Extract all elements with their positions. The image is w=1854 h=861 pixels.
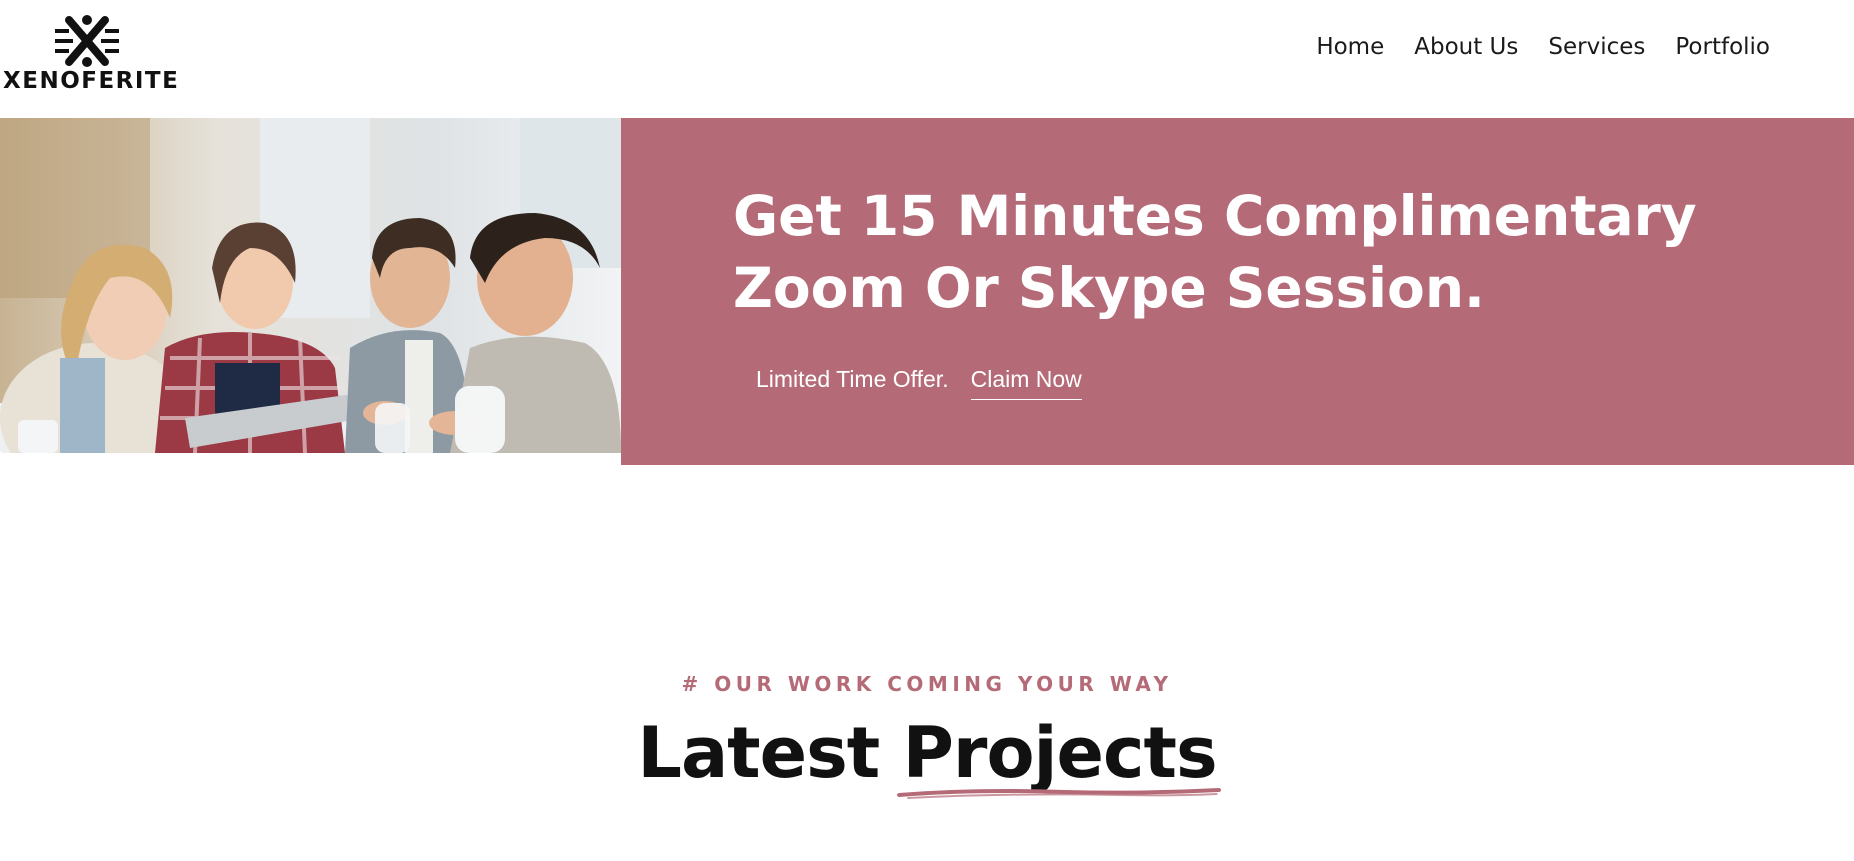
xenoferite-logo-icon xyxy=(55,15,119,67)
site-header: XENOFERITE Home About Us Services Portfo… xyxy=(0,0,1854,118)
section-title-accent-text: Projects xyxy=(902,712,1218,794)
section-title: Latest Projects xyxy=(0,712,1854,799)
nav-item-about-us[interactable]: About Us xyxy=(1414,34,1518,60)
section-title-plain: Latest xyxy=(637,712,880,794)
hero-cta-panel: Get 15 Minutes Complimentary Zoom Or Sky… xyxy=(621,118,1854,465)
main-nav: Home About Us Services Portfolio xyxy=(1316,34,1770,60)
nav-item-services[interactable]: Services xyxy=(1548,34,1645,60)
nav-item-portfolio[interactable]: Portfolio xyxy=(1675,34,1770,60)
team-meeting-photo-illustration xyxy=(0,118,621,453)
brand-name: XENOFERITE xyxy=(3,68,180,94)
offer-text: Limited Time Offer. xyxy=(756,366,949,392)
nav-item-home[interactable]: Home xyxy=(1316,34,1384,60)
brush-underline-icon xyxy=(896,788,1221,799)
team-meeting-photo xyxy=(0,118,621,453)
hero-offer: Limited Time Offer. Claim Now xyxy=(756,366,1082,400)
section-title-accent: Projects xyxy=(896,712,1221,799)
hero-banner: Get 15 Minutes Complimentary Zoom Or Sky… xyxy=(0,118,1854,465)
brand-logo[interactable]: XENOFERITE xyxy=(0,8,178,94)
claim-now-link[interactable]: Claim Now xyxy=(970,366,1082,400)
hero-title: Get 15 Minutes Complimentary Zoom Or Sky… xyxy=(733,184,1697,320)
latest-projects-section: # OUR WORK COMING YOUR WAY Latest Projec… xyxy=(0,660,1854,861)
section-eyebrow: # OUR WORK COMING YOUR WAY xyxy=(681,672,1173,696)
